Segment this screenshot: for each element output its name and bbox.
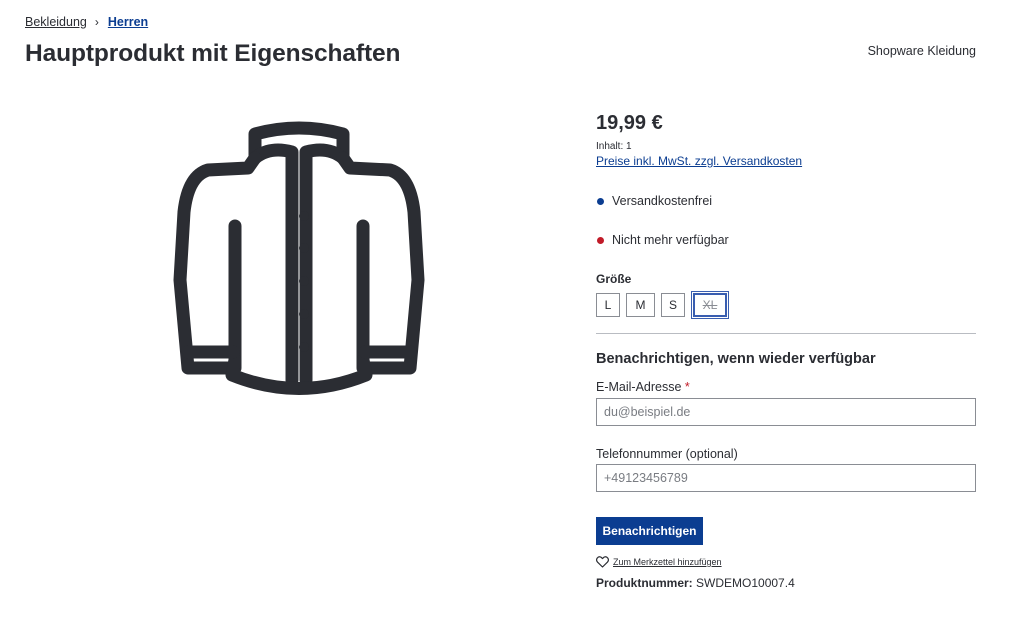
email-field[interactable] bbox=[596, 398, 976, 426]
product-image[interactable] bbox=[170, 120, 428, 400]
size-option-xl[interactable]: XL bbox=[691, 291, 729, 319]
phone-label: Telefonnummer (optional) bbox=[596, 447, 738, 461]
shipping-status: Versandkostenfrei bbox=[596, 194, 712, 208]
notify-button[interactable]: Benachrichtigen bbox=[596, 517, 703, 545]
size-option-l[interactable]: L bbox=[596, 293, 620, 317]
required-marker: * bbox=[684, 380, 690, 394]
jacket-icon bbox=[173, 121, 425, 395]
heart-icon bbox=[596, 556, 609, 568]
email-label: E-Mail-Adresse * bbox=[596, 380, 690, 394]
product-number: Produktnummer: SWDEMO10007.4 bbox=[596, 576, 795, 590]
product-number-value: SWDEMO10007.4 bbox=[696, 576, 795, 590]
buybox: 19,99 € Inhalt: 1 Preise inkl. MwSt. zzg… bbox=[596, 112, 976, 170]
divider bbox=[596, 333, 976, 334]
email-label-text: E-Mail-Adresse bbox=[596, 380, 682, 394]
size-option-s[interactable]: S bbox=[661, 293, 685, 317]
availability-status: Nicht mehr verfügbar bbox=[596, 233, 729, 247]
product-price: 19,99 € bbox=[596, 112, 663, 134]
size-option-m[interactable]: M bbox=[626, 293, 655, 317]
size-options: L M S XL bbox=[596, 291, 729, 319]
size-label: Größe bbox=[596, 272, 632, 286]
wishlist-link[interactable]: Zum Merkzettel hinzufügen bbox=[596, 556, 722, 568]
breadcrumb: Bekleidung › Herren bbox=[25, 15, 148, 29]
availability-status-text: Nicht mehr verfügbar bbox=[612, 233, 729, 247]
phone-field[interactable] bbox=[596, 464, 976, 492]
page-title: Hauptprodukt mit Eigenschaften bbox=[25, 40, 401, 67]
status-dot-icon bbox=[597, 236, 604, 244]
wishlist-label[interactable]: Zum Merkzettel hinzufügen bbox=[613, 557, 722, 567]
content-info: Inhalt: 1 bbox=[596, 141, 632, 152]
breadcrumb-link-herren[interactable]: Herren bbox=[108, 15, 148, 29]
tax-shipping-link[interactable]: Preise inkl. MwSt. zzgl. Versandkosten bbox=[596, 154, 802, 168]
status-dot-icon bbox=[597, 197, 604, 205]
chevron-right-icon: › bbox=[94, 15, 99, 29]
manufacturer-name[interactable]: Shopware Kleidung bbox=[868, 44, 976, 58]
breadcrumb-link-bekleidung[interactable]: Bekleidung bbox=[25, 15, 87, 29]
product-number-label: Produktnummer: bbox=[596, 576, 693, 590]
notify-title: Benachrichtigen, wenn wieder verfügbar bbox=[596, 351, 876, 367]
shipping-status-text: Versandkostenfrei bbox=[612, 194, 713, 208]
